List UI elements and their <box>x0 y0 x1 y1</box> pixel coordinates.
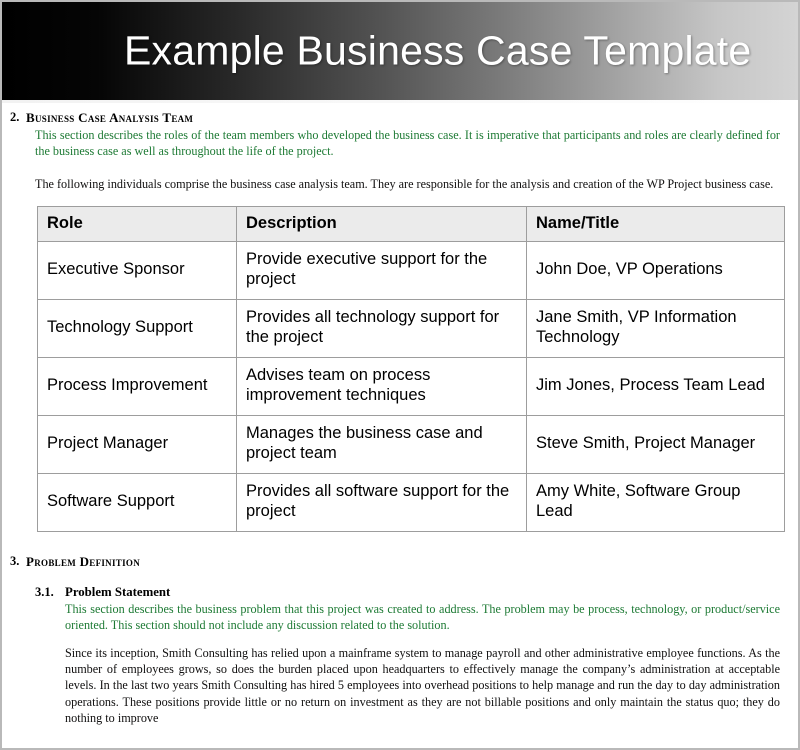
section-number: 2. <box>10 110 20 124</box>
table-row: Executive Sponsor Provide executive supp… <box>37 240 785 300</box>
cell-role: Technology Support <box>37 298 237 358</box>
subsection-3-1-body-block: Since its inception, Smith Consulting ha… <box>2 645 798 727</box>
body-paragraph-problem-statement: Since its inception, Smith Consulting ha… <box>65 645 780 726</box>
cell-name-title: Steve Smith, Project Manager <box>526 414 785 474</box>
section-title: Problem Definition <box>26 553 140 569</box>
column-header-description: Description <box>236 205 527 242</box>
table-header-row: Role Description Name/Title <box>37 205 785 242</box>
column-header-name-title: Name/Title <box>526 205 785 242</box>
intro-paragraph-business-case-analysis-team: The following individuals comprise the b… <box>35 177 774 192</box>
table-row: Technology Support Provides all technolo… <box>37 298 785 358</box>
banner-underline <box>2 100 798 103</box>
cell-description: Provides all software support for the pr… <box>236 472 527 532</box>
cell-role: Software Support <box>37 472 237 532</box>
table-row: Process Improvement Advises team on proc… <box>37 356 785 416</box>
cell-name-title: John Doe, VP Operations <box>526 240 785 300</box>
section-heading-problem-definition: 3. Problem Definition <box>2 554 798 570</box>
cell-description: Advises team on process improvement tech… <box>236 356 527 416</box>
instruction-text-business-case-analysis-team: This section describes the roles of the … <box>35 128 780 159</box>
page-title: Example Business Case Template <box>124 27 752 74</box>
section-number: 3. <box>10 553 20 568</box>
column-header-role: Role <box>37 205 237 242</box>
document-page: Example Business Case Template 2. Busine… <box>0 0 800 750</box>
section-2-text-block: This section describes the roles of the … <box>2 127 798 193</box>
table-row: Software Support Provides all software s… <box>37 472 785 532</box>
business-case-analysis-team-table: Role Description Name/Title Executive Sp… <box>37 205 785 532</box>
table-row: Project Manager Manages the business cas… <box>37 414 785 474</box>
cell-description: Provide executive support for the projec… <box>236 240 527 300</box>
subsection-title: Problem Statement <box>65 584 171 599</box>
cell-role: Executive Sponsor <box>37 240 237 300</box>
cell-description: Provides all technology support for the … <box>236 298 527 358</box>
instruction-text-problem-statement: This section describes the business prob… <box>65 601 780 632</box>
subsection-heading-problem-statement: 3.1. Problem Statement <box>2 585 798 600</box>
cell-name-title: Jane Smith, VP Information Technology <box>526 298 785 358</box>
subsection-3-1-instruction-block: This section describes the business prob… <box>2 601 798 633</box>
subsection-number: 3.1. <box>35 584 54 599</box>
page-banner: Example Business Case Template <box>2 2 798 100</box>
document-body: 2. Business Case Analysis Team This sect… <box>2 110 798 726</box>
cell-description: Manages the business case and project te… <box>236 414 527 474</box>
cell-role: Process Improvement <box>37 356 237 416</box>
section-title: Business Case Analysis Team <box>26 110 194 125</box>
cell-name-title: Amy White, Software Group Lead <box>526 472 785 532</box>
section-heading-business-case-analysis-team: 2. Business Case Analysis Team <box>2 110 798 126</box>
cell-role: Project Manager <box>37 414 237 474</box>
team-table-wrapper: Role Description Name/Title Executive Sp… <box>2 205 798 532</box>
cell-name-title: Jim Jones, Process Team Lead <box>526 356 785 416</box>
